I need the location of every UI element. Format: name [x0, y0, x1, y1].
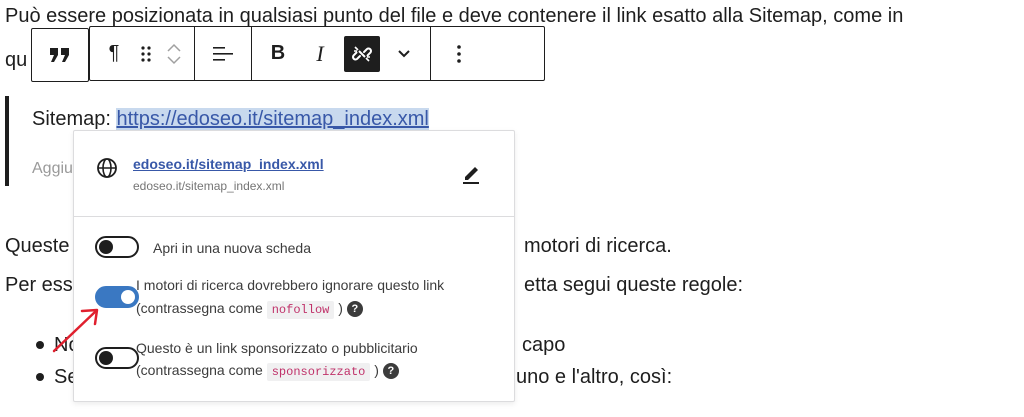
quote-icon [50, 48, 69, 62]
chevron-up-icon[interactable] [166, 42, 182, 54]
link-preview: edoseo.it/sitemap_index.xml edoseo.it/si… [74, 131, 514, 217]
sponsored-suffix: ) [370, 362, 379, 378]
help-icon[interactable]: ? [346, 301, 363, 318]
format-group: B I [252, 27, 431, 80]
block-type-quote-button[interactable] [31, 28, 89, 82]
paragraph-line-fragment: Queste [5, 235, 70, 257]
unlink-icon [352, 45, 372, 62]
block-movers [160, 42, 188, 66]
sponsored-label: Questo è un link sponsorizzato o pubblic… [136, 340, 418, 356]
pencil-icon[interactable] [460, 161, 482, 185]
list-bullet [36, 373, 44, 381]
italic-button[interactable]: I [302, 36, 338, 72]
sponsored-sub: (contrassegna come sponsorizzato )? [136, 359, 399, 383]
bold-button[interactable]: B [260, 36, 296, 72]
nofollow-code: nofollow [266, 301, 335, 319]
paragraph-line-fragment: qu [5, 49, 28, 71]
nofollow-label: I motori di ricerca dovrebbero ignorare … [136, 277, 445, 293]
nofollow-suffix: ) [334, 300, 343, 316]
block-tools-group: ¶ [90, 27, 195, 80]
unlink-button[interactable] [344, 35, 380, 72]
list-item-fragment: uno e l'altro, così: [516, 366, 673, 388]
more-vertical-icon [457, 44, 461, 63]
nofollow-sub: (contrassegna come nofollow )? [136, 297, 363, 321]
drag-handle-icon [141, 45, 151, 62]
paragraph-icon: ¶ [108, 42, 120, 64]
annotation-arrow-icon [52, 308, 99, 353]
help-icon[interactable]: ? [382, 363, 399, 380]
paragraph-transform-button[interactable]: ¶ [96, 36, 132, 72]
align-group [195, 27, 252, 80]
paragraph-line-fragment: etta segui queste regole: [524, 274, 744, 296]
link-popover: edoseo.it/sitemap_index.xml edoseo.it/si… [73, 130, 515, 402]
drag-handle[interactable] [132, 36, 160, 72]
sponsored-code: sponsorizzato [266, 363, 371, 381]
list-item-fragment: capo [522, 334, 566, 356]
align-button[interactable] [205, 36, 241, 72]
paragraph-line-fragment: motori di ricerca. [524, 235, 672, 257]
link-url[interactable]: edoseo.it/sitemap_index.xml [133, 156, 324, 172]
options-group [431, 27, 487, 80]
chevron-down-icon[interactable] [166, 54, 182, 66]
block-options-button[interactable] [441, 36, 477, 72]
nofollow-prefix: (contrassegna come [136, 300, 267, 316]
new-tab-label: Apri in una nuova scheda [153, 240, 311, 256]
globe-icon [97, 158, 117, 178]
quote-link[interactable]: https://edoseo.it/sitemap_index.xml [116, 108, 429, 130]
align-icon [213, 46, 233, 61]
chevron-down-icon [398, 49, 410, 57]
block-toolbar: ¶ B I [89, 26, 545, 81]
quote-text[interactable]: Sitemap: https://edoseo.it/sitemap_index… [32, 105, 429, 133]
link-url-secondary: edoseo.it/sitemap_index.xml [133, 179, 285, 193]
quote-prefix: Sitemap: [32, 108, 117, 130]
list-bullet [36, 341, 44, 349]
more-rich-text-button[interactable] [386, 36, 422, 72]
sponsored-prefix: (contrassegna come [136, 362, 267, 378]
citation-placeholder[interactable]: Aggiu [32, 160, 73, 178]
new-tab-toggle[interactable] [95, 236, 139, 258]
quote-border [5, 96, 9, 186]
